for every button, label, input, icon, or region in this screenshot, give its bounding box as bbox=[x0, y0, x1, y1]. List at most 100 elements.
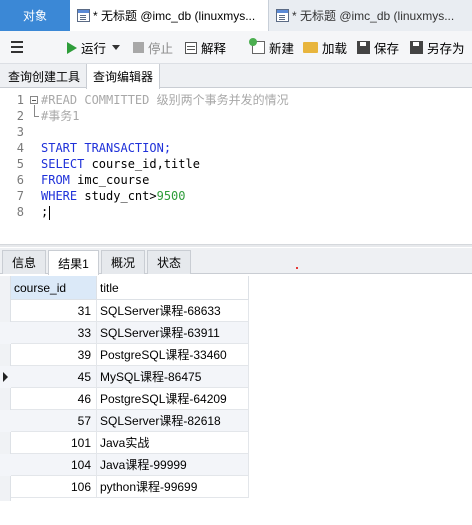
save-button[interactable]: 保存 bbox=[357, 37, 399, 58]
tab-result1[interactable]: 结果1 bbox=[48, 250, 99, 275]
cell-title[interactable]: SQLServer课程-63911 bbox=[97, 322, 249, 344]
row-marker bbox=[0, 476, 11, 498]
cell-title[interactable]: MySQL课程-86475 bbox=[97, 366, 249, 388]
sql-text: study_cnt> bbox=[77, 189, 157, 203]
table-row[interactable]: 45 MySQL课程-86475 bbox=[0, 366, 249, 388]
table-row[interactable]: 39 PostgreSQL课程-33460 bbox=[0, 344, 249, 366]
query-icon bbox=[276, 9, 289, 22]
load-button[interactable]: 加载 bbox=[303, 37, 347, 58]
table-row[interactable]: 33 SQLServer课程-63911 bbox=[0, 322, 249, 344]
sql-keyword: SELECT bbox=[41, 157, 85, 171]
cell-course-id[interactable]: 45 bbox=[11, 366, 97, 388]
table-row[interactable]: 104 Java课程-99999 bbox=[0, 454, 249, 476]
code-line-5: SELECT course_id,title bbox=[41, 156, 200, 172]
cell-title[interactable]: Java课程-99999 bbox=[97, 454, 249, 476]
sql-text: imc_course bbox=[69, 173, 150, 187]
row-marker bbox=[0, 322, 11, 344]
line-number: 1 bbox=[16, 93, 24, 107]
sql-keyword: WHERE bbox=[41, 189, 78, 203]
explain-label: 解释 bbox=[201, 42, 227, 56]
table-row[interactable]: 101 Java实战 bbox=[0, 432, 249, 454]
run-button[interactable]: 运行 bbox=[67, 37, 124, 58]
row-marker bbox=[0, 388, 11, 410]
new-label: 新建 bbox=[269, 42, 295, 56]
tab-query-builder[interactable]: 查询创建工具 bbox=[2, 64, 86, 88]
stop-label: 停止 bbox=[148, 42, 174, 56]
code-line-7: WHERE study_cnt>9500 bbox=[41, 188, 186, 204]
tab-query-inactive[interactable]: * 无标题 @imc_db (linuxmys... bbox=[269, 0, 472, 31]
cell-title[interactable]: SQLServer课程-68633 bbox=[97, 300, 249, 322]
line-number-gutter: 1 2 3 4 5 6 7 8 bbox=[0, 89, 32, 244]
cell-title[interactable]: PostgreSQL课程-64209 bbox=[97, 388, 249, 410]
save-as-label: 另存为 bbox=[427, 42, 465, 56]
cell-course-id[interactable]: 31 bbox=[11, 300, 97, 322]
explain-icon bbox=[185, 41, 197, 54]
sql-number: 9500 bbox=[156, 189, 186, 203]
current-row-icon bbox=[0, 366, 11, 388]
cell-title[interactable]: Java实战 bbox=[97, 432, 249, 454]
menu-button[interactable] bbox=[8, 39, 26, 55]
sql-keyword: FROM bbox=[41, 173, 70, 187]
cell-title[interactable]: PostgreSQL课程-33460 bbox=[97, 344, 249, 366]
cell-title[interactable]: SQLServer课程-82618 bbox=[97, 410, 249, 432]
result-grid[interactable]: course_id title 31 SQLServer课程-68633 33 SQL… bbox=[0, 276, 472, 525]
chevron-down-icon[interactable] bbox=[112, 45, 121, 50]
text-cursor bbox=[49, 205, 51, 220]
line-number: 8 bbox=[16, 205, 24, 219]
sql-text: course_id,title bbox=[84, 157, 200, 171]
toolbar: 运行 停止 解释 新建 加载 保存 另存为 bbox=[0, 31, 472, 64]
sql-editor[interactable]: 1 2 3 4 5 6 7 8 #READ COMMITTED 级别两个事务并发… bbox=[0, 89, 472, 244]
cell-course-id[interactable]: 106 bbox=[11, 476, 97, 498]
code-line-8: ; bbox=[41, 204, 51, 220]
tab-info[interactable]: 信息 bbox=[2, 250, 46, 274]
column-header-title[interactable]: title bbox=[97, 276, 249, 300]
editor-mode-tabs: 查询创建工具 查询编辑器 bbox=[0, 64, 472, 89]
column-header-course-id[interactable]: course_id bbox=[11, 276, 97, 300]
sql-text: ; bbox=[41, 205, 49, 219]
stop-button[interactable]: 停止 bbox=[133, 37, 173, 58]
fold-end bbox=[34, 116, 39, 117]
tab-query-editor-label: 查询编辑器 bbox=[93, 70, 154, 84]
cell-course-id[interactable]: 33 bbox=[11, 322, 97, 344]
result-tabs: 信息 结果1 概况 状态 bbox=[0, 248, 472, 275]
splitter[interactable] bbox=[0, 244, 472, 247]
code-line-6: FROM imc_course bbox=[41, 172, 149, 188]
hamburger-icon-bar bbox=[11, 51, 23, 53]
window-tab-bar: 对象 * 无标题 @imc_db (linuxmys... * 无标题 @imc… bbox=[0, 0, 472, 31]
code-line-2: #事务1 bbox=[41, 109, 80, 123]
row-marker bbox=[0, 344, 11, 366]
save-as-icon bbox=[410, 41, 423, 54]
cell-course-id[interactable]: 104 bbox=[11, 454, 97, 476]
line-number: 3 bbox=[16, 125, 24, 139]
tab-query-editor[interactable]: 查询编辑器 bbox=[86, 64, 161, 89]
row-marker bbox=[0, 300, 11, 322]
fold-toggle-icon[interactable] bbox=[30, 96, 38, 104]
table-row[interactable]: 46 PostgreSQL课程-64209 bbox=[0, 388, 249, 410]
tab-objects[interactable]: 对象 bbox=[0, 0, 70, 31]
tab-status-label: 状态 bbox=[156, 256, 181, 270]
table-row[interactable]: 106 python课程-99699 bbox=[0, 476, 249, 498]
new-button[interactable]: 新建 bbox=[249, 37, 295, 58]
stop-icon bbox=[133, 42, 144, 53]
save-as-button[interactable]: 另存为 bbox=[410, 37, 465, 58]
cell-course-id[interactable]: 46 bbox=[11, 388, 97, 410]
tab-status[interactable]: 状态 bbox=[147, 250, 191, 274]
explain-button[interactable]: 解释 bbox=[185, 37, 226, 58]
cell-course-id[interactable]: 39 bbox=[11, 344, 97, 366]
run-label: 运行 bbox=[81, 42, 107, 56]
tab-profile-label: 概况 bbox=[110, 256, 135, 270]
tab-query-active[interactable]: * 无标题 @imc_db (linuxmys... bbox=[70, 0, 269, 31]
load-label: 加载 bbox=[322, 42, 348, 56]
tab-profile[interactable]: 概况 bbox=[101, 250, 145, 274]
save-label: 保存 bbox=[374, 42, 400, 56]
new-query-icon bbox=[249, 38, 265, 54]
table-row[interactable]: 57 SQLServer课程-82618 bbox=[0, 410, 249, 432]
cell-title[interactable]: python课程-99699 bbox=[97, 476, 249, 498]
save-icon bbox=[357, 41, 370, 54]
tab-query-inactive-label: * 无标题 @imc_db (linuxmys... bbox=[292, 9, 455, 23]
cell-course-id[interactable]: 101 bbox=[11, 432, 97, 454]
row-marker bbox=[0, 410, 11, 432]
table-row[interactable]: 31 SQLServer课程-68633 bbox=[0, 300, 249, 322]
line-number: 4 bbox=[16, 141, 24, 155]
cell-course-id[interactable]: 57 bbox=[11, 410, 97, 432]
